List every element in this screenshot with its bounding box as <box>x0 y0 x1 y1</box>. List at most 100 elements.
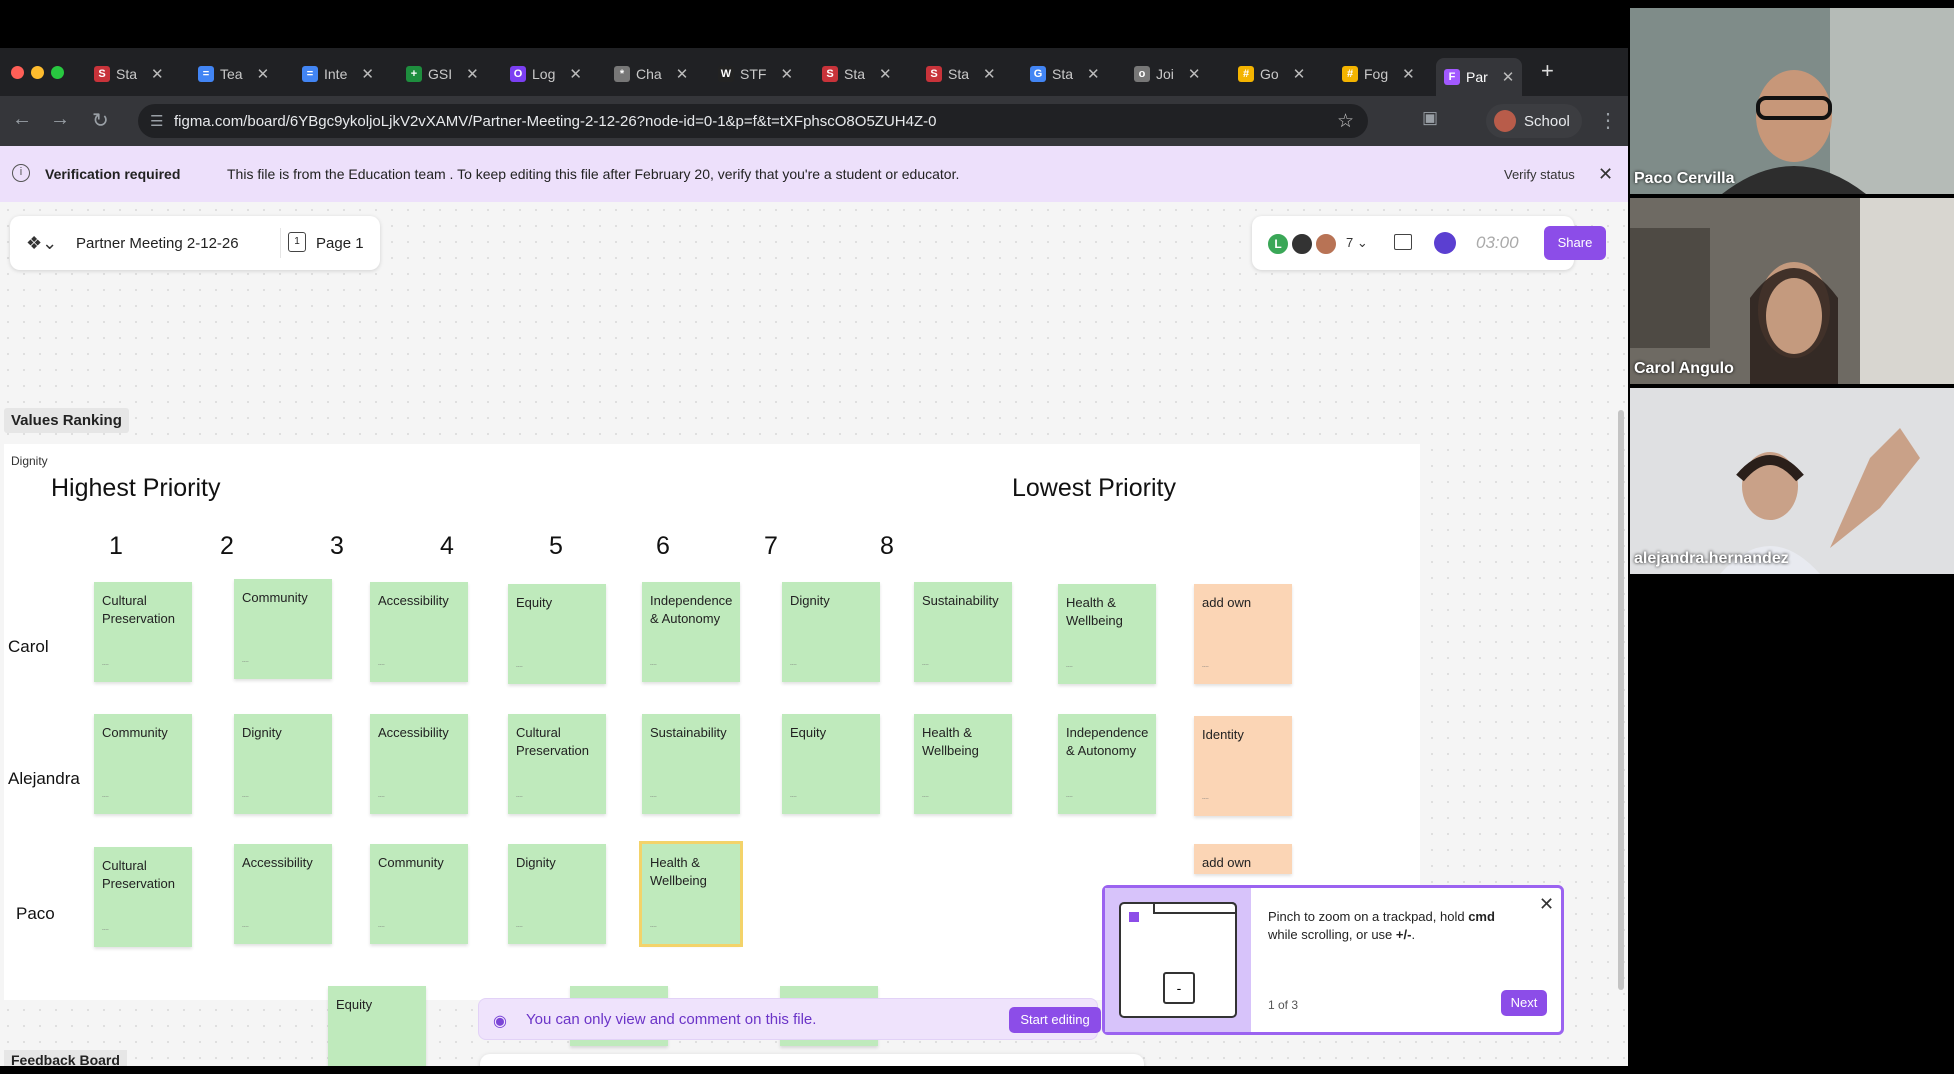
sticky-note[interactable]: Cultural Preservation ---- <box>94 847 192 947</box>
tab-search-icon[interactable]: ▣ <box>1422 108 1438 128</box>
sticky-note[interactable]: Independence & Autonomy ---- <box>642 582 740 682</box>
sticky-note[interactable]: Dignity ---- <box>508 844 606 944</box>
minimize-window-button[interactable] <box>31 66 44 79</box>
sticky-note[interactable]: Dignity ---- <box>782 582 880 682</box>
close-tab-icon[interactable]: ✕ <box>676 65 689 83</box>
sticky-note[interactable]: Identity ---- <box>1194 716 1292 816</box>
tip-text-part: Pinch to zoom on a trackpad, hold <box>1268 909 1469 924</box>
close-tab-icon[interactable]: ✕ <box>1087 65 1100 83</box>
file-name[interactable]: Partner Meeting 2-12-26 <box>76 235 239 252</box>
sticky-note[interactable]: Health & Wellbeing ---- <box>914 714 1012 814</box>
close-window-button[interactable] <box>11 66 24 79</box>
reload-icon[interactable]: ↻ <box>92 108 109 133</box>
section-label[interactable]: Values Ranking <box>4 408 129 433</box>
forward-icon[interactable]: → <box>50 108 70 131</box>
timer-display[interactable]: 03:00 <box>1476 233 1519 253</box>
close-tab-icon[interactable]: ✕ <box>1402 65 1415 83</box>
browser-tab[interactable]: S Sta ✕ <box>86 58 172 90</box>
lowest-priority-label: Lowest Priority <box>1012 474 1176 502</box>
browser-menu-icon[interactable]: ⋮ <box>1598 108 1618 133</box>
bookmark-star-icon[interactable]: ☆ <box>1337 110 1354 133</box>
priority-column-number: 2 <box>220 532 234 560</box>
close-tab-icon[interactable]: ✕ <box>1502 68 1515 86</box>
share-button[interactable]: Share <box>1544 226 1606 260</box>
collaborator-count[interactable]: 7 ⌄ <box>1346 235 1368 251</box>
sticky-note[interactable]: Community ---- <box>370 844 468 944</box>
close-tab-icon[interactable]: ✕ <box>151 65 164 83</box>
close-tab-icon[interactable]: ✕ <box>1188 65 1201 83</box>
close-tab-icon[interactable]: ✕ <box>569 65 582 83</box>
site-settings-icon[interactable]: ☰ <box>150 112 163 130</box>
sticky-note[interactable]: Equity ---- <box>508 584 606 684</box>
profile-button[interactable]: School <box>1486 104 1582 138</box>
collaborator-avatar[interactable] <box>1314 232 1338 256</box>
close-tab-icon[interactable]: ✕ <box>780 65 793 83</box>
eye-icon: ◉ <box>493 1013 507 1030</box>
browser-tab[interactable]: O Log ✕ <box>502 58 590 90</box>
feedback-board-label[interactable]: Feedback Board <box>4 1050 127 1066</box>
browser-tab[interactable]: # Go ✕ <box>1230 58 1313 90</box>
browser-tab[interactable]: S Sta ✕ <box>814 58 900 90</box>
sticky-note[interactable]: add own <box>1194 844 1292 874</box>
collaborator-avatar[interactable] <box>1290 232 1314 256</box>
sticky-note[interactable]: Health & Wellbeing ---- <box>1058 584 1156 684</box>
close-tab-icon[interactable]: ✕ <box>466 65 479 83</box>
sticky-note[interactable]: Equity ---- <box>328 986 426 1066</box>
browser-tab[interactable]: * Cha ✕ <box>606 58 696 90</box>
sticky-note[interactable]: Community ---- <box>94 714 192 814</box>
sticky-note[interactable]: Accessibility ---- <box>234 844 332 944</box>
close-tab-icon[interactable]: ✕ <box>257 65 270 83</box>
close-tab-icon[interactable]: ✕ <box>361 65 374 83</box>
sticky-text: Accessibility <box>378 593 449 608</box>
browser-tab[interactable]: + GSI ✕ <box>398 58 487 90</box>
close-tab-icon[interactable]: ✕ <box>983 65 996 83</box>
purple-square <box>1129 912 1139 922</box>
maximize-window-button[interactable] <box>51 66 64 79</box>
close-banner-icon[interactable]: ✕ <box>1598 164 1613 185</box>
vertical-scrollbar[interactable] <box>1618 410 1624 990</box>
sticky-note[interactable]: Accessibility ---- <box>370 582 468 682</box>
sticky-text: Equity <box>790 725 827 740</box>
sticky-note[interactable]: Cultural Preservation ---- <box>508 714 606 814</box>
browser-tab[interactable]: G Sta ✕ <box>1022 58 1108 90</box>
tip-step: 1 of 3 <box>1268 998 1299 1012</box>
tab-label: GSI <box>428 66 453 82</box>
sticky-note[interactable]: Health & Wellbeing ---- <box>639 841 743 947</box>
timer-icon[interactable] <box>1434 232 1456 254</box>
sticky-note[interactable]: Sustainability ---- <box>914 582 1012 682</box>
page-name[interactable]: Page 1 <box>316 235 364 252</box>
browser-tab[interactable]: o Joi ✕ <box>1126 58 1208 90</box>
sticky-text: Accessibility <box>242 855 313 870</box>
section-sublabel: Dignity <box>11 454 48 468</box>
start-editing-button[interactable]: Start editing <box>1009 1007 1101 1033</box>
sticky-note[interactable]: Independence & Autonomy ---- <box>1058 714 1156 814</box>
sticky-note[interactable]: Cultural Preservation ---- <box>94 582 192 682</box>
tip-next-button[interactable]: Next <box>1501 990 1547 1016</box>
tab-favicon-icon: O <box>510 66 526 82</box>
banner-message: This file is from the Education team . T… <box>227 166 960 182</box>
browser-tab[interactable]: # Fog ✕ <box>1334 58 1423 90</box>
close-tab-icon[interactable]: ✕ <box>1293 65 1306 83</box>
browser-tab[interactable]: = Tea ✕ <box>190 58 277 90</box>
sticky-note[interactable]: Dignity ---- <box>234 714 332 814</box>
figma-canvas[interactable]: ❖⌄ Partner Meeting 2-12-26 1 Page 1 L 7 … <box>0 202 1628 1066</box>
browser-tab[interactable]: W STF ✕ <box>710 58 801 90</box>
back-icon[interactable]: ← <box>12 108 32 131</box>
close-tip-icon[interactable]: ✕ <box>1539 894 1554 915</box>
browser-tab[interactable]: F Par ✕ <box>1436 58 1523 96</box>
sticky-note[interactable]: Community ---- <box>234 579 332 679</box>
figma-menu-icon[interactable]: ❖⌄ <box>26 233 57 254</box>
sticky-note[interactable]: add own ---- <box>1194 584 1292 684</box>
layout-icon[interactable] <box>1394 234 1412 250</box>
browser-tab[interactable]: S Sta ✕ <box>918 58 1004 90</box>
close-tab-icon[interactable]: ✕ <box>879 65 892 83</box>
verify-status-link[interactable]: Verify status <box>1504 167 1575 182</box>
sticky-note[interactable]: Equity ---- <box>782 714 880 814</box>
collaborator-avatar[interactable]: L <box>1266 232 1290 256</box>
tip-text-part: . <box>1411 927 1416 942</box>
sticky-note[interactable]: Sustainability ---- <box>642 714 740 814</box>
new-tab-button[interactable]: + <box>1541 58 1554 84</box>
url-field[interactable]: ☰ figma.com/board/6YBgc9ykoljoLjkV2vXAMV… <box>138 104 1368 138</box>
sticky-note[interactable]: Accessibility ---- <box>370 714 468 814</box>
browser-tab[interactable]: = Inte ✕ <box>294 58 382 90</box>
